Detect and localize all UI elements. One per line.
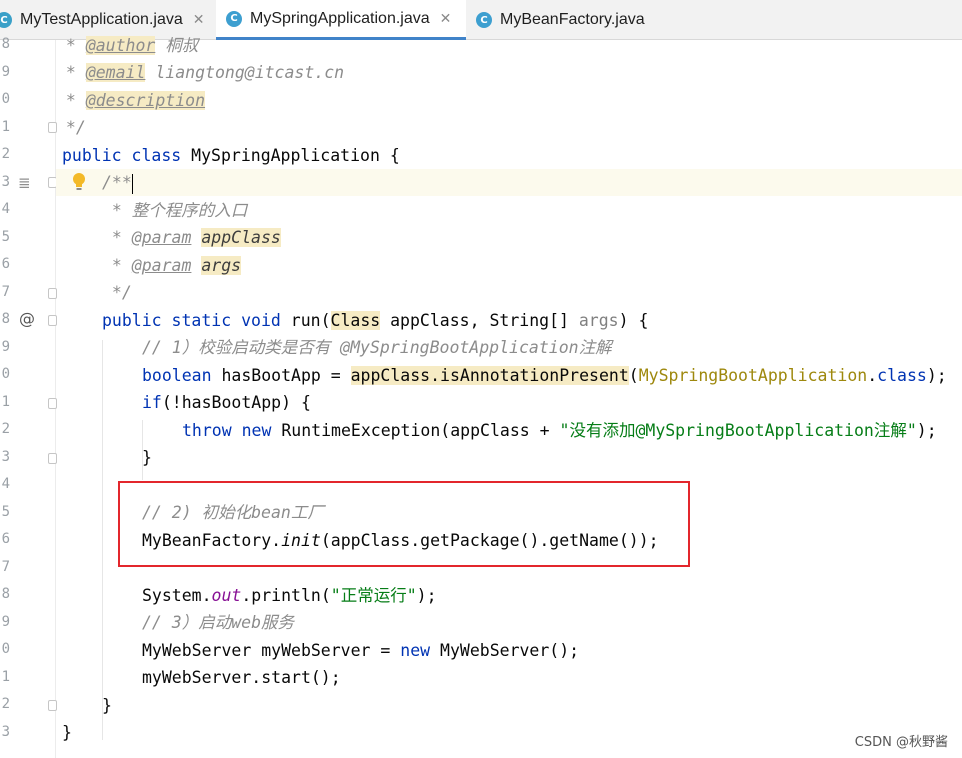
tab-label: MyTestApplication.java	[20, 11, 183, 28]
line-number: 7	[1, 283, 10, 300]
code-line: * 整个程序的入口	[102, 201, 248, 220]
text-caret	[131, 173, 133, 194]
java-class-icon: C	[226, 10, 242, 27]
bookmark-list-icon[interactable]: ≣	[18, 174, 31, 192]
code-line: * @author 桐叔	[56, 36, 199, 55]
code-line: }	[62, 723, 72, 742]
lightbulb-icon[interactable]	[72, 172, 86, 192]
java-class-icon: C	[476, 12, 492, 28]
line-number: 8	[1, 311, 10, 327]
code-line: * @param args	[102, 256, 242, 275]
line-number: 6	[1, 531, 10, 547]
line-number: 2	[1, 696, 10, 712]
line-number: 9	[1, 338, 10, 355]
line-number: 1	[1, 668, 10, 685]
code-line: public static void run(Class appClass, S…	[102, 311, 649, 330]
code-line: }	[102, 696, 112, 715]
line-number: 8	[1, 586, 10, 602]
line-number: 1	[1, 393, 10, 410]
line-number: 2	[1, 421, 10, 437]
line-number: 0	[1, 366, 10, 382]
code-line-caret: /**	[102, 173, 133, 194]
indent-guide	[102, 340, 103, 740]
code-line: * @description	[56, 91, 206, 110]
line-number: 3	[1, 173, 10, 190]
line-number: 2	[1, 146, 10, 162]
code-line: boolean hasBootApp = appClass.isAnnotati…	[142, 366, 947, 385]
close-icon[interactable]: ✕	[440, 11, 452, 27]
line-number: 0	[1, 91, 10, 107]
tab-label: MyBeanFactory.java	[500, 11, 645, 28]
code-editor[interactable]: * @author 桐叔 * @email liangtong@itcast.c…	[56, 36, 962, 758]
line-number: 8	[1, 36, 10, 52]
line-number: 7	[1, 558, 10, 575]
code-line: * @param appClass	[102, 228, 281, 247]
code-line: public class MySpringApplication {	[62, 146, 400, 165]
code-line: // 3）启动web服务	[142, 613, 295, 632]
line-number: 0	[1, 641, 10, 657]
line-number: 4	[1, 476, 10, 492]
highlight-box	[118, 481, 690, 567]
line-number: 9	[1, 63, 10, 80]
code-line: */	[56, 118, 86, 137]
line-number: 3	[1, 448, 10, 465]
close-icon[interactable]: ✕	[193, 12, 205, 28]
code-line: System.out.println("正常运行");	[142, 586, 437, 605]
line-number: 4	[1, 201, 10, 217]
implementation-marker-icon[interactable]: @	[19, 309, 35, 328]
java-run-class-icon: C	[0, 12, 12, 28]
code-line: MyWebServer myWebServer = new MyWebServe…	[142, 641, 580, 660]
code-line: throw new RuntimeException(appClass + "没…	[182, 421, 937, 440]
line-number: 6	[1, 256, 10, 272]
code-line: myWebServer.start();	[142, 668, 341, 687]
watermark: CSDN @秋野酱	[854, 735, 948, 750]
tab-mybeanfactory[interactable]: C MyBeanFactory.java	[466, 0, 666, 40]
line-number: 5	[1, 503, 10, 520]
code-line: * @email liangtong@itcast.cn	[56, 63, 345, 82]
code-line: // 1）校验启动类是否有 @MySpringBootApplication注解	[142, 338, 612, 357]
code-line: */	[102, 283, 132, 302]
code-line: }	[142, 448, 152, 467]
tab-myspringapplication[interactable]: C MySpringApplication.java ✕	[216, 0, 466, 40]
code-line: if(!hasBootApp) {	[142, 393, 311, 412]
tab-label: MySpringApplication.java	[250, 9, 430, 27]
line-number: 1	[1, 118, 10, 135]
line-number: 9	[1, 613, 10, 630]
line-number: 3	[1, 723, 10, 740]
line-number: 5	[1, 228, 10, 245]
